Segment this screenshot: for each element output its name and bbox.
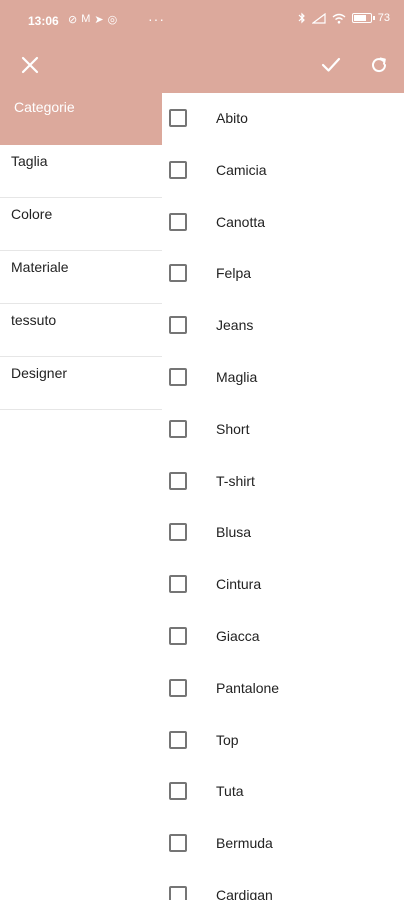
option-label: Bermuda	[216, 835, 273, 852]
filter-options-list: Abito Camicia Canotta Felpa Jeans Maglia Short…	[162, 93, 404, 900]
refresh-button[interactable]	[363, 50, 395, 80]
wifi-icon	[332, 13, 346, 23]
sidebar-item-label: Colore	[11, 206, 53, 222]
battery-icon	[351, 13, 375, 23]
refresh-icon	[372, 57, 387, 73]
confirm-button[interactable]	[315, 50, 347, 80]
close-button[interactable]	[14, 50, 46, 80]
gmail-icon: M	[81, 13, 91, 25]
sidebar-item-categorie[interactable]: Categorie	[0, 93, 162, 145]
status-bar: 13:06 ⊘ M ➤ ◎ ··· 73	[0, 0, 404, 44]
option-row[interactable]: Tuta	[162, 766, 404, 818]
option-checkbox[interactable]	[169, 730, 187, 749]
option-row[interactable]: Camicia	[162, 145, 404, 197]
option-checkbox[interactable]	[169, 471, 187, 490]
option-label: Cardigan	[216, 886, 273, 900]
option-checkbox[interactable]	[169, 782, 187, 801]
option-checkbox[interactable]	[169, 523, 187, 542]
filter-category-sidebar: Categorie Taglia Colore Materiale tessuto Des…	[0, 93, 162, 410]
option-row[interactable]: Pantalone	[162, 663, 404, 715]
option-row[interactable]: Cintura	[162, 559, 404, 611]
sidebar-item-label: Categorie	[14, 99, 75, 115]
option-row[interactable]: Bermuda	[162, 818, 404, 870]
option-label: Canotta	[216, 213, 266, 230]
option-checkbox[interactable]	[169, 885, 187, 900]
close-icon	[21, 56, 39, 74]
option-row[interactable]: Canotta	[162, 197, 404, 249]
option-row[interactable]: Cardigan	[162, 870, 404, 900]
option-checkbox[interactable]	[169, 212, 187, 231]
option-row[interactable]: T-shirt	[162, 456, 404, 508]
sidebar-item-label: Materiale	[11, 259, 69, 275]
status-system-icons: 73	[298, 12, 390, 24]
option-label: Blusa	[216, 524, 252, 541]
option-label: Cintura	[216, 576, 262, 593]
sidebar-item-designer[interactable]: Designer	[0, 357, 162, 410]
status-notification-icons: ⊘ M ➤ ◎	[68, 13, 117, 26]
option-label: Tuta	[216, 783, 244, 800]
option-checkbox[interactable]	[169, 264, 187, 283]
more-notifications-icon: ···	[148, 11, 165, 27]
option-checkbox[interactable]	[169, 160, 187, 179]
option-label: T-shirt	[216, 472, 255, 489]
whatsapp-icon: ◎	[107, 14, 118, 26]
check-icon	[321, 57, 341, 72]
sidebar-item-label: Taglia	[11, 153, 48, 169]
option-label: Abito	[216, 110, 248, 126]
option-checkbox[interactable]	[169, 367, 187, 386]
battery-percent: 73	[377, 12, 390, 24]
option-row[interactable]: Felpa	[162, 248, 404, 300]
battery-level	[353, 15, 366, 21]
option-row[interactable]: Giacca	[162, 611, 404, 663]
option-label: Maglia	[216, 368, 258, 385]
option-label: Pantalone	[216, 679, 280, 696]
option-row[interactable]: Top	[162, 715, 404, 767]
sidebar-item-label: tessuto	[11, 312, 57, 328]
option-row[interactable]: Maglia	[162, 352, 404, 404]
option-label: Short	[216, 420, 250, 437]
app-header: 13:06 ⊘ M ➤ ◎ ··· 73	[0, 0, 404, 93]
option-checkbox[interactable]	[169, 626, 187, 645]
sidebar-item-taglia[interactable]: Taglia	[0, 145, 162, 198]
status-time: 13:06	[28, 14, 59, 28]
option-checkbox[interactable]	[169, 419, 187, 438]
option-label: Camicia	[216, 161, 267, 178]
sidebar-item-label: Designer	[11, 365, 68, 381]
option-label: Top	[216, 731, 239, 748]
bluetooth-icon	[298, 12, 305, 24]
option-label: Giacca	[216, 627, 260, 644]
signal-icon	[311, 12, 326, 24]
telegram-icon: ➤	[94, 14, 104, 26]
option-checkbox[interactable]	[169, 109, 187, 127]
sidebar-item-tessuto[interactable]: tessuto	[0, 304, 162, 357]
option-label: Felpa	[216, 265, 252, 282]
dnd-icon: ⊘	[68, 14, 78, 26]
sidebar-item-materiale[interactable]: Materiale	[0, 251, 162, 304]
option-checkbox[interactable]	[169, 678, 187, 697]
option-row[interactable]: Abito	[162, 93, 404, 145]
option-row[interactable]: Short	[162, 404, 404, 456]
sidebar-item-colore[interactable]: Colore	[0, 198, 162, 251]
option-checkbox[interactable]	[169, 316, 187, 335]
option-label: Jeans	[216, 317, 254, 334]
option-row[interactable]: Jeans	[162, 300, 404, 352]
option-checkbox[interactable]	[169, 575, 187, 594]
option-row[interactable]: Blusa	[162, 507, 404, 559]
option-checkbox[interactable]	[169, 834, 187, 853]
